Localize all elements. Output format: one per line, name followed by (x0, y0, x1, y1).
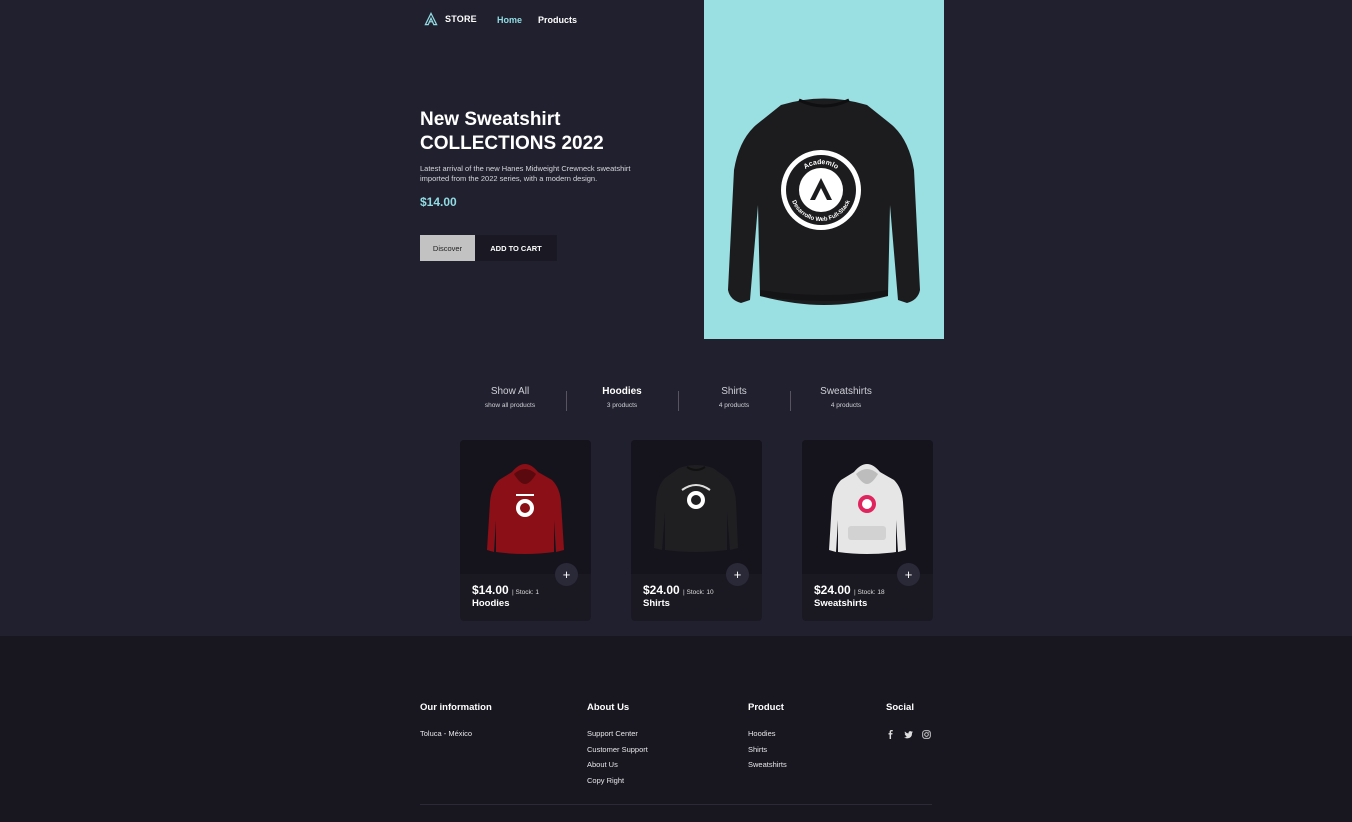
tab-count: 4 products (830, 402, 862, 409)
hero-description: Latest arrival of the new Hanes Midweigh… (420, 164, 631, 183)
price-value: $24.00 (643, 583, 680, 597)
footer-social-column: Social (886, 702, 931, 739)
footer-link-shirts[interactable]: Shirts (748, 742, 787, 758)
footer-about-column: About Us Support Center Customer Support… (587, 702, 648, 788)
product-image (631, 440, 762, 574)
add-product-button[interactable]: + (897, 563, 920, 586)
product-card-shirts[interactable]: + $24.00 | Stock: 10 Shirts (631, 440, 762, 621)
nav-products-link[interactable]: Products (538, 15, 577, 25)
tab-label: Shirts (721, 386, 747, 397)
tab-count: 4 products (718, 402, 750, 409)
social-icons (886, 726, 931, 739)
category-tabs: Show All show all products Hoodies 3 pro… (454, 386, 902, 416)
nav-home-link[interactable]: Home (497, 15, 522, 25)
footer-location: Toluca - México (420, 729, 473, 738)
product-name: Hoodies (472, 598, 510, 609)
footer-info-column: Our information Toluca - México (420, 702, 492, 742)
price-value: $14.00 (472, 583, 509, 597)
product-name: Shirts (643, 598, 670, 609)
footer: Our information Toluca - México About Us… (0, 636, 1352, 822)
product-price: $24.00 | Stock: 10 (643, 583, 714, 597)
product-card-sweatshirts[interactable]: + $24.00 | Stock: 18 Sweatshirts (802, 440, 933, 621)
tab-label: Show All (490, 386, 530, 397)
footer-info-title: Our information (420, 702, 492, 713)
tab-count: 3 products (606, 402, 638, 409)
facebook-icon[interactable] (886, 726, 895, 739)
instagram-icon[interactable] (922, 726, 931, 739)
product-price: $14.00 | Stock: 1 (472, 583, 539, 597)
page: STORE Home Products New Sweatshirt COLLE… (0, 0, 1352, 822)
footer-link-copy-right[interactable]: Copy Right (587, 773, 648, 789)
product-card-hoodies[interactable]: + $14.00 | Stock: 1 Hoodies (460, 440, 591, 621)
footer-link-support-center[interactable]: Support Center (587, 726, 648, 742)
footer-divider (420, 804, 932, 805)
product-stock: | Stock: 1 (512, 589, 540, 596)
hero-text: New Sweatshirt COLLECTIONS 2022 Latest a… (420, 108, 690, 209)
price-value: $24.00 (814, 583, 851, 597)
add-product-button[interactable]: + (726, 563, 749, 586)
tab-label: Sweatshirts (820, 386, 872, 397)
product-stock: | Stock: 18 (854, 589, 885, 596)
product-stock: | Stock: 10 (683, 589, 714, 596)
footer-product-title: Product (748, 702, 784, 713)
tab-label: Hoodies (602, 386, 642, 397)
tab-hoodies[interactable]: Hoodies 3 products (566, 386, 678, 416)
tab-sweatshirts[interactable]: Sweatshirts 4 products (790, 386, 902, 416)
footer-product-column: Product Hoodies Shirts Sweatshirts (748, 702, 787, 773)
product-name: Sweatshirts (814, 598, 868, 609)
hero-sweatshirt-image: Academlo Desarrollo Web Full-Stack (704, 0, 944, 339)
discover-button[interactable]: Discover (420, 235, 475, 261)
hero-price: $14.00 (420, 195, 457, 209)
twitter-icon[interactable] (904, 726, 913, 739)
footer-social-title: Social (886, 702, 914, 713)
brand-logo[interactable]: STORE (424, 12, 477, 26)
add-to-cart-button[interactable]: ADD TO CART (475, 235, 557, 261)
product-image (460, 440, 591, 574)
hero-title-line1: New Sweatshirt (420, 109, 561, 130)
product-image (802, 440, 933, 574)
footer-about-title: About Us (587, 702, 630, 713)
footer-link-hoodies[interactable]: Hoodies (748, 726, 787, 742)
tab-shirts[interactable]: Shirts 4 products (678, 386, 790, 416)
product-price: $24.00 | Stock: 18 (814, 583, 885, 597)
footer-link-sweatshirts[interactable]: Sweatshirts (748, 757, 787, 773)
footer-link-customer-support[interactable]: Customer Support (587, 742, 648, 758)
tab-show-all[interactable]: Show All show all products (454, 386, 566, 416)
tab-count: show all products (484, 402, 536, 409)
logo-icon (424, 12, 438, 26)
hero-title-line2: COLLECTIONS 2022 (420, 133, 604, 154)
footer-link-about-us[interactable]: About Us (587, 757, 648, 773)
brand-name: STORE (445, 14, 477, 24)
add-product-button[interactable]: + (555, 563, 578, 586)
hero-buttons: Discover ADD TO CART (420, 235, 557, 261)
